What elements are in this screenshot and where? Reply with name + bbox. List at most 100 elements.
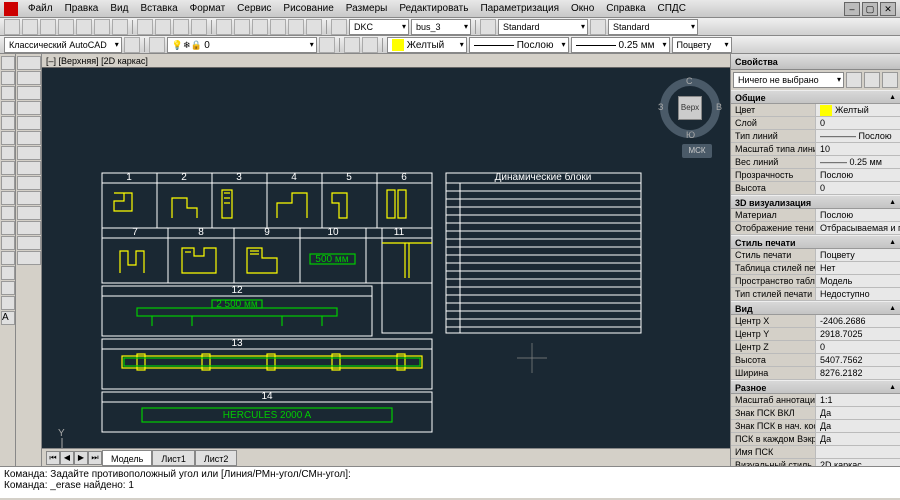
toolbar-button[interactable] <box>306 19 322 35</box>
tool[interactable] <box>1 266 15 280</box>
tool[interactable] <box>1 251 15 265</box>
property-value[interactable]: 5407.7562 <box>816 354 900 366</box>
layer-dropdown[interactable]: 💡❄🔒 0 <box>167 37 317 53</box>
tab-layout1[interactable]: Лист1 <box>152 450 195 466</box>
gear-icon[interactable] <box>124 37 140 53</box>
menu-item[interactable]: Редактировать <box>393 3 474 14</box>
tool[interactable] <box>1 281 15 295</box>
toolbar-button[interactable] <box>94 19 110 35</box>
property-value[interactable]: Да <box>816 420 900 432</box>
toolbar-button[interactable] <box>191 19 207 35</box>
property-group-header[interactable]: Вид <box>731 301 900 315</box>
menu-item[interactable]: Правка <box>59 3 105 14</box>
text-tool[interactable] <box>1 191 15 205</box>
toolbar-button[interactable] <box>590 19 606 35</box>
polyline-tool[interactable] <box>1 71 15 85</box>
property-value[interactable]: Недоступно <box>816 288 900 300</box>
tab-layout2[interactable]: Лист2 <box>195 450 238 466</box>
linetype-dropdown[interactable]: Послою <box>469 37 569 53</box>
toolbar-button[interactable] <box>288 19 304 35</box>
property-value[interactable]: 0 <box>816 117 900 129</box>
toolbar-button[interactable] <box>40 19 56 35</box>
menu-item[interactable]: Размеры <box>340 3 394 14</box>
toolbar-button[interactable] <box>173 19 189 35</box>
property-group-header[interactable]: 3D визуализация <box>731 195 900 209</box>
block-dropdown[interactable]: bus_3 <box>411 19 471 35</box>
menu-item[interactable]: СПДС <box>652 3 692 14</box>
circle-tool[interactable] <box>1 86 15 100</box>
arc-tool[interactable] <box>1 101 15 115</box>
hatch-tool[interactable] <box>1 161 15 175</box>
quickselect-button[interactable] <box>846 72 862 88</box>
toolbar-button[interactable] <box>155 19 171 35</box>
property-value[interactable]: -2406.2686 <box>816 315 900 327</box>
scale-tool[interactable] <box>17 176 41 190</box>
plotstyle-dropdown[interactable]: Поцвету <box>672 37 732 53</box>
menu-item[interactable]: Окно <box>565 3 600 14</box>
property-value[interactable]: 1:1 <box>816 394 900 406</box>
property-row[interactable]: ПСК в каждом ВэкранеДа <box>731 433 900 446</box>
property-row[interactable]: Имя ПСК <box>731 446 900 459</box>
toolbar-button[interactable] <box>216 19 232 35</box>
property-value[interactable] <box>816 446 900 458</box>
property-row[interactable]: ПрозрачностьПослою <box>731 169 900 182</box>
tab-prev[interactable]: ◀ <box>60 451 74 465</box>
selection-dropdown[interactable]: Ничего не выбрано <box>733 72 844 88</box>
property-row[interactable]: Центр Z0 <box>731 341 900 354</box>
menu-item[interactable]: Формат <box>184 3 232 14</box>
property-value[interactable]: Да <box>816 407 900 419</box>
property-value[interactable]: 0 <box>816 341 900 353</box>
property-row[interactable]: Знак ПСК в нач. коорд.Да <box>731 420 900 433</box>
property-value[interactable]: 0 <box>816 182 900 194</box>
chamfer-tool[interactable] <box>17 221 41 235</box>
menu-item[interactable]: Вид <box>104 3 134 14</box>
property-value[interactable]: Желтый <box>816 104 900 116</box>
command-line[interactable]: Команда: Задайте противоположный угол ил… <box>0 466 900 498</box>
toolbar-button[interactable] <box>362 37 378 53</box>
menu-item[interactable]: Файл <box>22 3 59 14</box>
rotate-tool[interactable] <box>17 86 41 100</box>
point-tool[interactable] <box>1 176 15 190</box>
property-group-header[interactable]: Разное <box>731 380 900 394</box>
property-value[interactable]: Послою <box>816 209 900 221</box>
property-row[interactable]: Высота5407.7562 <box>731 354 900 367</box>
array-tool[interactable] <box>17 131 41 145</box>
trim-tool[interactable] <box>17 146 41 160</box>
property-row[interactable]: Масштаб типа линий10 <box>731 143 900 156</box>
property-row[interactable]: Тип линий———— Послою <box>731 130 900 143</box>
selectobj-button[interactable] <box>882 72 898 88</box>
property-value[interactable]: 10 <box>816 143 900 155</box>
property-row[interactable]: Визуальный стиль2D каркас <box>731 459 900 466</box>
offset-tool[interactable] <box>17 116 41 130</box>
property-row[interactable]: Центр Y2918.7025 <box>731 328 900 341</box>
property-row[interactable]: МатериалПослою <box>731 209 900 222</box>
toolbar-button[interactable] <box>112 19 128 35</box>
toolbar-button[interactable] <box>137 19 153 35</box>
property-row[interactable]: Вес линий——— 0.25 мм <box>731 156 900 169</box>
move-tool[interactable] <box>17 56 41 70</box>
maximize-button[interactable]: ▢ <box>862 2 878 16</box>
property-group-header[interactable]: Общие <box>731 90 900 104</box>
toolbar-button[interactable] <box>319 37 335 53</box>
toolbar-button[interactable] <box>270 19 286 35</box>
toolbar-button[interactable] <box>58 19 74 35</box>
library-dropdown[interactable]: DKC <box>349 19 409 35</box>
property-row[interactable]: Ширина8276.2182 <box>731 367 900 380</box>
toolbar-button[interactable] <box>234 19 250 35</box>
color-dropdown[interactable]: Желтый <box>387 37 467 53</box>
toolbar-button[interactable] <box>344 37 360 53</box>
property-row[interactable]: Слой0 <box>731 117 900 130</box>
block-tool[interactable] <box>1 206 15 220</box>
tab-next[interactable]: ▶ <box>74 451 88 465</box>
property-row[interactable]: Пространство таблиц...Модель <box>731 275 900 288</box>
property-value[interactable]: 8276.2182 <box>816 367 900 379</box>
property-row[interactable]: Высота0 <box>731 182 900 195</box>
dimstyle-dropdown[interactable]: Standard <box>608 19 698 35</box>
menu-item[interactable]: Сервис <box>231 3 277 14</box>
property-row[interactable]: Таблица стилей печатиНет <box>731 262 900 275</box>
fillet-tool[interactable] <box>17 206 41 220</box>
rect-tool[interactable] <box>1 116 15 130</box>
brush-icon[interactable] <box>331 19 347 35</box>
extend-tool[interactable] <box>17 161 41 175</box>
menu-item[interactable]: Параметризация <box>474 3 565 14</box>
